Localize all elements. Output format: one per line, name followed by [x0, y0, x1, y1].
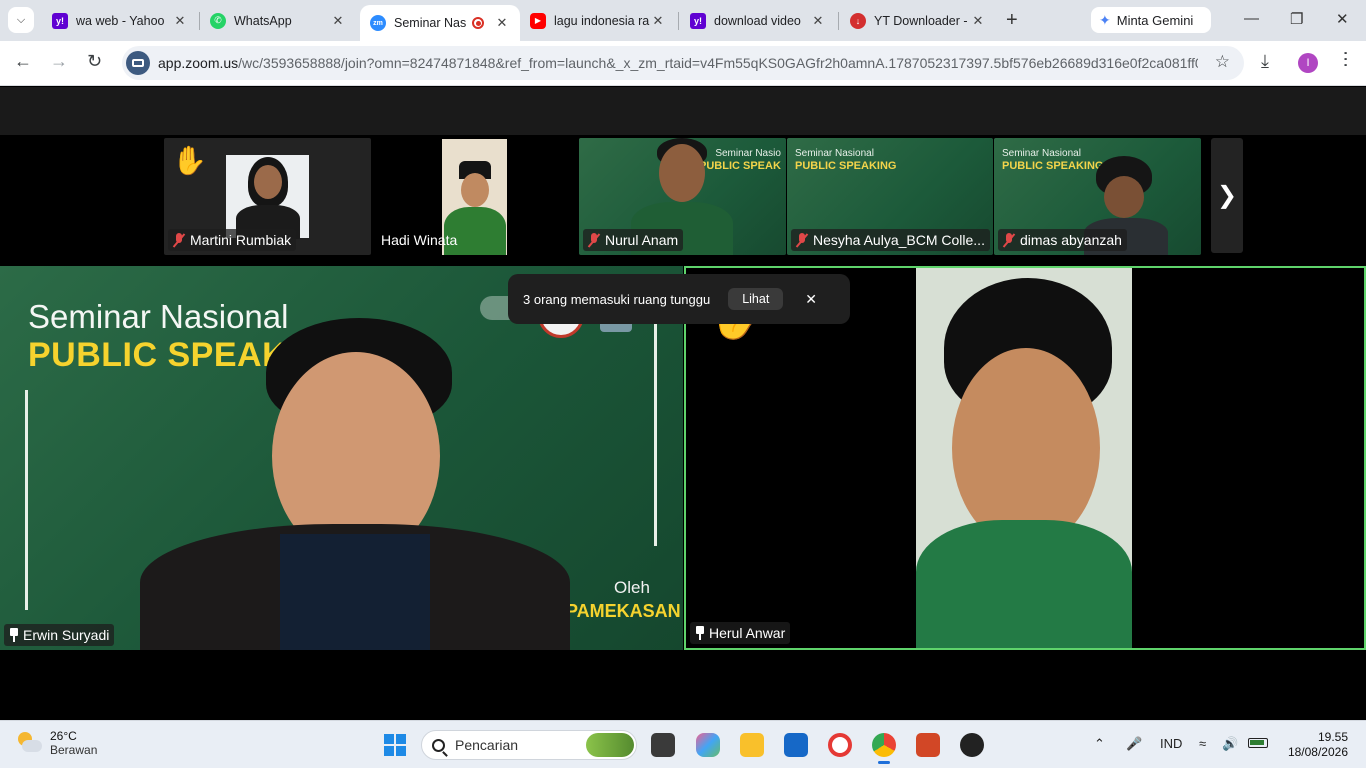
- address-bar[interactable]: app.zoom.us/wc/3593658888/join?omn=82474…: [122, 46, 1244, 80]
- participant-name-label: Nesyha Aulya_BCM Colle...: [791, 229, 990, 251]
- close-tab-icon[interactable]: ✕: [810, 13, 826, 29]
- chevron-up-icon[interactable]: ⌃: [1094, 736, 1105, 752]
- tab-divider: [838, 12, 839, 30]
- new-tab-button[interactable]: +: [1006, 10, 1018, 30]
- profile-avatar[interactable]: I: [1298, 53, 1318, 73]
- participant-name-label: dimas abyanzah: [998, 229, 1127, 251]
- volume-icon[interactable]: 🔊: [1222, 736, 1238, 752]
- slide-location: PAMEKASAN: [566, 601, 681, 621]
- close-icon[interactable]: ✕: [805, 291, 817, 308]
- powerpoint-icon[interactable]: [916, 733, 940, 757]
- view-waiting-room-button[interactable]: Lihat: [728, 288, 784, 310]
- browser-tab-strip: ⌵ y! wa web - Yahoo ✕ ✆ WhatsApp ✕ zm Se…: [0, 0, 1366, 41]
- zoom-meeting-area: ✋ Martini Rumbiak Hadi Winata Seminar Na…: [0, 87, 1366, 720]
- next-participants-button[interactable]: ❯: [1211, 138, 1243, 253]
- tab-youtube-lagu[interactable]: ▶ lagu indonesia ra ✕: [520, 6, 676, 35]
- yahoo-icon: y!: [52, 12, 68, 29]
- system-clock[interactable]: 19.55 18/08/2026: [1282, 730, 1348, 760]
- partly-cloudy-icon: [16, 732, 42, 754]
- mic-muted-icon: [796, 233, 808, 247]
- slide-byline: Oleh: [614, 578, 650, 597]
- file-explorer-icon[interactable]: [740, 733, 764, 757]
- waiting-room-notification: 3 orang memasuki ruang tunggu Lihat ✕: [508, 274, 850, 324]
- copilot-icon[interactable]: [696, 733, 720, 757]
- close-tab-icon[interactable]: ✕: [330, 13, 346, 29]
- participant-name-label: Nurul Anam: [583, 229, 684, 251]
- participant-video: [916, 268, 1132, 648]
- gemini-sparkle-icon: ✦: [1099, 11, 1111, 28]
- participant-tile-dimas[interactable]: Seminar Nasional PUBLIC SPEAKING dimas a…: [994, 138, 1201, 255]
- participant-name-label: Hadi Winata: [381, 232, 458, 248]
- microphone-icon[interactable]: 🎤: [1126, 736, 1142, 752]
- tab-yahoo-download-video[interactable]: y! download video ✕: [680, 6, 836, 35]
- wifi-icon[interactable]: ≈: [1199, 736, 1206, 751]
- chevron-right-icon: ❯: [1216, 182, 1238, 209]
- bookmark-star-icon[interactable]: ☆: [1215, 52, 1230, 72]
- chevron-down-icon: ⌵: [16, 13, 26, 26]
- raised-hand-icon: ✋: [172, 145, 207, 176]
- search-highlight-image: [586, 733, 634, 757]
- participant-tile-hadi[interactable]: Hadi Winata: [372, 138, 578, 255]
- mic-muted-icon: [588, 233, 600, 247]
- tab-search-button[interactable]: ⌵: [8, 7, 34, 33]
- slide-divider-line: [654, 306, 657, 546]
- participant-video: [226, 155, 309, 239]
- task-view-icon[interactable]: [651, 733, 675, 757]
- minimize-window-button[interactable]: —: [1244, 10, 1259, 27]
- downloads-icon[interactable]: ⤓: [1261, 51, 1269, 72]
- forward-arrow-icon[interactable]: →: [50, 51, 68, 72]
- gemini-button[interactable]: ✦ Minta Gemini: [1091, 7, 1211, 33]
- mic-muted-icon: [1003, 233, 1015, 247]
- youtube-icon: ▶: [530, 12, 546, 29]
- close-window-button[interactable]: ✕: [1336, 10, 1349, 28]
- windows-taskbar: 26°C Berawan Pencarian ⌃ 🎤 IND ≈ 🔊 19.55…: [0, 720, 1366, 768]
- search-icon: [432, 738, 445, 752]
- participant-tile-martini[interactable]: ✋ Martini Rumbiak: [164, 138, 371, 255]
- participant-name-label: Herul Anwar: [690, 622, 791, 644]
- battery-icon[interactable]: [1248, 736, 1268, 751]
- meeting-top-bar: [0, 87, 1366, 135]
- participant-name-label: Martini Rumbiak: [168, 229, 297, 251]
- shared-slide-thumbnail: Seminar Nasional PUBLIC SPEAKING: [795, 148, 897, 172]
- chrome-icon[interactable]: [872, 733, 896, 764]
- recording-icon: [472, 17, 484, 29]
- tab-yt-downloader[interactable]: ↓ YT Downloader - ✕: [840, 6, 996, 35]
- reload-icon[interactable]: ↻: [87, 51, 102, 72]
- tab-zoom-seminar[interactable]: zm Seminar Nas ✕: [360, 5, 520, 41]
- participant-tile-nesyha[interactable]: Seminar Nasional PUBLIC SPEAKING Nesyha …: [787, 138, 993, 255]
- participant-tile-nurul[interactable]: Seminar Nasio PUBLIC SPEAK Nurul Anam: [579, 138, 786, 255]
- close-tab-icon[interactable]: ✕: [970, 13, 986, 29]
- slide-divider-line: [25, 390, 28, 610]
- outlook-icon[interactable]: [784, 733, 808, 757]
- tab-yahoo-wa-web[interactable]: y! wa web - Yahoo ✕: [42, 6, 198, 35]
- taskbar-search[interactable]: Pencarian: [421, 730, 637, 760]
- browser-toolbar: ← → ↻ app.zoom.us/wc/3593658888/join?omn…: [0, 41, 1366, 86]
- site-info-icon[interactable]: [126, 51, 150, 75]
- pin-icon: [695, 626, 705, 640]
- participant-name-label: Erwin Suryadi: [4, 624, 115, 646]
- participant-video: [140, 318, 570, 650]
- start-button[interactable]: [384, 734, 406, 756]
- yahoo-icon: y!: [690, 12, 706, 29]
- tab-divider: [678, 12, 679, 30]
- browser-menu-icon[interactable]: ⋯: [1335, 50, 1357, 68]
- close-tab-icon[interactable]: ✕: [650, 13, 666, 29]
- whatsapp-icon: ✆: [210, 12, 226, 29]
- close-tab-icon[interactable]: ✕: [172, 13, 188, 29]
- media-player-icon[interactable]: [960, 733, 984, 757]
- pin-icon: [9, 628, 19, 642]
- restore-window-button[interactable]: ❐: [1290, 10, 1303, 28]
- mic-muted-icon: [173, 233, 185, 247]
- close-tab-icon[interactable]: ✕: [494, 15, 510, 31]
- back-arrow-icon[interactable]: ←: [14, 51, 32, 72]
- tab-whatsapp[interactable]: ✆ WhatsApp ✕: [200, 6, 356, 35]
- download-icon: ↓: [850, 12, 866, 29]
- opera-browser-icon[interactable]: [828, 733, 852, 757]
- zoom-icon: zm: [370, 15, 386, 31]
- url-text[interactable]: app.zoom.us/wc/3593658888/join?omn=82474…: [158, 55, 1198, 71]
- weather-widget[interactable]: 26°C Berawan: [16, 729, 97, 757]
- input-language[interactable]: IND: [1160, 736, 1182, 751]
